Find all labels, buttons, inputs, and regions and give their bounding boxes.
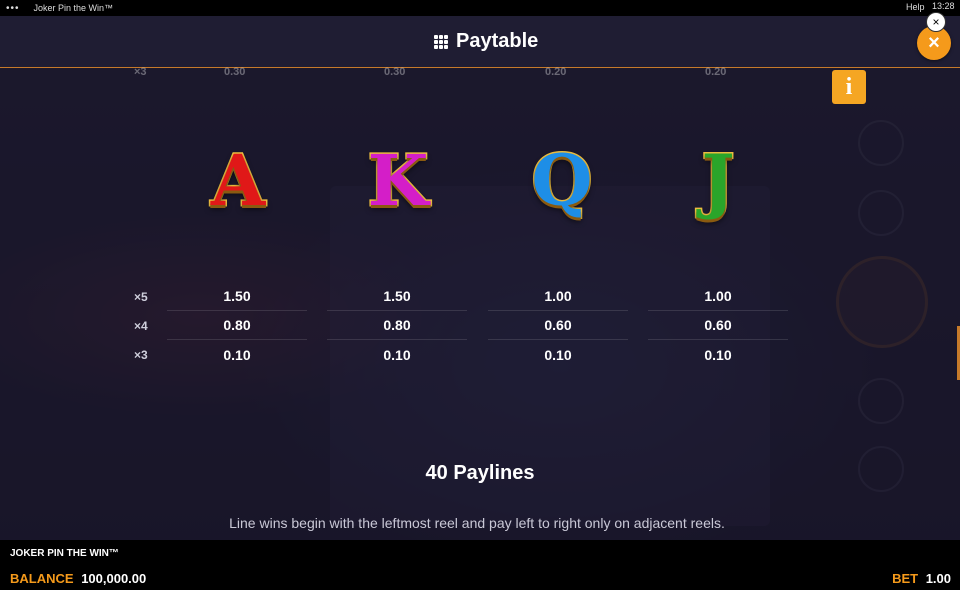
multiplier-label: ×4 bbox=[134, 318, 148, 333]
payout-value: 0.10 bbox=[223, 346, 251, 363]
bet-label: BET bbox=[892, 571, 919, 586]
tab-title: Joker Pin the Win™ bbox=[33, 3, 114, 13]
grid-menu-icon bbox=[434, 34, 448, 49]
payout-value: 0.10 bbox=[544, 346, 572, 363]
help-link[interactable]: Help bbox=[906, 2, 925, 12]
symbol-j: J bbox=[673, 136, 763, 226]
balance-value: 100,000.00 bbox=[81, 571, 147, 586]
small-close-icon: × bbox=[932, 15, 940, 29]
symbol-a: A bbox=[193, 136, 283, 226]
payout-value: 1.00 bbox=[488, 282, 628, 311]
page-title-text: Paytable bbox=[456, 30, 539, 52]
peek-value: 0.20 bbox=[705, 66, 727, 78]
bet-display: BET 1.00 bbox=[892, 571, 951, 586]
close-icon: × bbox=[928, 31, 940, 54]
payout-value: 0.80 bbox=[327, 311, 467, 340]
symbol-a-letter: A bbox=[209, 139, 266, 222]
payout-value: 0.80 bbox=[167, 311, 307, 340]
multiplier-label: ×3 bbox=[134, 347, 148, 362]
bet-value: 1.00 bbox=[925, 571, 951, 586]
info-button[interactable]: i bbox=[832, 70, 866, 104]
payout-value: 1.50 bbox=[167, 282, 307, 311]
symbol-k-letter: K bbox=[366, 139, 430, 222]
multiplier-column: ×5 ×4 ×3 bbox=[134, 282, 164, 369]
game-name: JOKER PIN THE WIN™ bbox=[10, 548, 119, 559]
symbol-j-letter: J bbox=[700, 139, 736, 222]
peek-value: 0.30 bbox=[224, 66, 246, 78]
payout-column-j: 1.00 0.60 0.10 bbox=[648, 282, 788, 369]
payout-value: 0.60 bbox=[488, 311, 628, 340]
peek-multiplier: ×3 bbox=[134, 66, 147, 78]
paylines-description: Line wins begin with the leftmost reel a… bbox=[229, 515, 725, 531]
balance-display: BALANCE 100,000.00 bbox=[10, 571, 146, 586]
symbol-q: Q bbox=[517, 136, 607, 226]
menu-dots-icon[interactable]: ••• bbox=[6, 3, 20, 14]
page-title: Paytable bbox=[434, 30, 538, 53]
peek-value: 0.20 bbox=[545, 66, 567, 78]
clock: 13:28 bbox=[932, 1, 955, 11]
paylines-heading: 40 Paylines bbox=[425, 462, 535, 484]
payout-column-q: 1.00 0.60 0.10 bbox=[488, 282, 628, 369]
symbol-q-letter: Q bbox=[530, 139, 594, 222]
multiplier-label: ×5 bbox=[134, 289, 148, 304]
peek-value: 0.30 bbox=[384, 66, 406, 78]
info-icon: i bbox=[845, 73, 853, 100]
payout-value: 0.10 bbox=[383, 346, 411, 363]
close-window-button[interactable]: × bbox=[926, 12, 946, 32]
system-bar: ••• Joker Pin the Win™ Help 13:28 bbox=[0, 0, 960, 16]
payout-column-k: 1.50 0.80 0.10 bbox=[327, 282, 467, 369]
payout-column-a: 1.50 0.80 0.10 bbox=[167, 282, 307, 369]
balance-label: BALANCE bbox=[10, 571, 74, 586]
symbol-k: K bbox=[353, 136, 443, 226]
payout-value: 0.60 bbox=[648, 311, 788, 340]
payout-value: 0.10 bbox=[704, 346, 732, 363]
payout-value: 1.50 bbox=[327, 282, 467, 311]
payout-value: 1.00 bbox=[648, 282, 788, 311]
